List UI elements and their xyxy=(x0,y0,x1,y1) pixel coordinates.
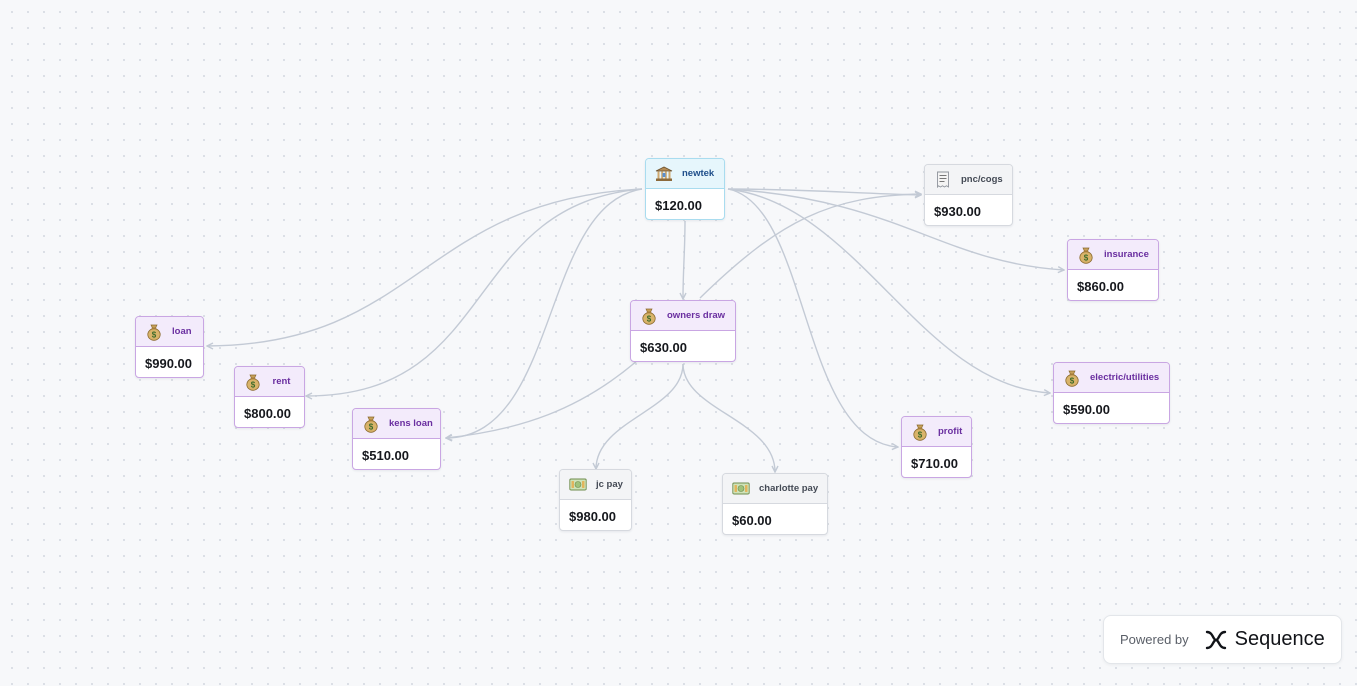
node-label: insurance xyxy=(1104,249,1149,260)
node-electric[interactable]: $ electric/utilities $590.00 xyxy=(1053,362,1170,424)
edge-owners-to-kens xyxy=(446,359,639,438)
node-label: loan xyxy=(172,326,192,337)
edge-newtek-to-profit xyxy=(727,188,898,447)
node-amount: $590.00 xyxy=(1063,402,1110,417)
node-amount: $990.00 xyxy=(145,356,192,371)
bank-icon xyxy=(655,165,673,183)
node-pnc[interactable]: pnc/cogs $930.00 xyxy=(924,164,1013,226)
svg-text:$: $ xyxy=(152,330,157,339)
node-header: $ loan xyxy=(136,317,203,347)
svg-text:$: $ xyxy=(369,422,374,431)
edge-newtek-to-kens xyxy=(446,188,643,438)
node-amount: $980.00 xyxy=(569,509,616,524)
node-header: $ owners draw xyxy=(631,301,735,331)
powered-by-badge[interactable]: Powered by Sequence xyxy=(1103,615,1342,664)
node-header: pnc/cogs xyxy=(925,165,1012,195)
node-owners[interactable]: $ owners draw $630.00 xyxy=(630,300,736,362)
sequence-logo-icon xyxy=(1205,630,1227,650)
edge-newtek-to-insurance xyxy=(727,188,1064,270)
node-label: newtek xyxy=(682,168,715,179)
money-bag-icon: $ xyxy=(362,415,380,433)
node-header: $ rent xyxy=(235,367,304,397)
node-amount: $60.00 xyxy=(732,513,772,528)
money-bag-icon: $ xyxy=(244,373,262,391)
node-header: newtek xyxy=(646,159,724,189)
svg-text:$: $ xyxy=(251,380,256,389)
node-loan[interactable]: $ loan $990.00 xyxy=(135,316,204,378)
money-bag-icon: $ xyxy=(640,307,658,325)
node-newtek[interactable]: newtek $120.00 xyxy=(645,158,725,220)
edge-owners-to-pnc xyxy=(699,194,921,299)
node-label: electric/utilities xyxy=(1090,372,1160,383)
node-header: charlotte pay xyxy=(723,474,827,504)
node-header: $ kens loan xyxy=(353,409,440,439)
money-bag-icon: $ xyxy=(145,323,163,341)
node-label: kens loan xyxy=(389,418,433,429)
edge-owners-to-charlotte xyxy=(682,363,775,472)
receipt-icon xyxy=(934,171,952,189)
flow-canvas[interactable]: newtek $120.00 pnc/cogs $930.00 $ insurance $8… xyxy=(0,0,1357,686)
svg-text:$: $ xyxy=(1084,253,1089,262)
node-jc[interactable]: jc pay $980.00 xyxy=(559,469,632,531)
sequence-brand-name: Sequence xyxy=(1234,628,1325,650)
node-header: jc pay xyxy=(560,470,631,500)
money-bag-icon: $ xyxy=(1063,369,1081,387)
node-amount: $930.00 xyxy=(934,204,981,219)
node-profit[interactable]: $ profit $710.00 xyxy=(901,416,972,478)
node-charlotte[interactable]: charlotte pay $60.00 xyxy=(722,473,828,535)
node-insurance[interactable]: $ insurance $860.00 xyxy=(1067,239,1159,301)
dollar-bill-icon xyxy=(732,480,750,498)
edge-newtek-to-rent xyxy=(306,188,643,396)
node-rent[interactable]: $ rent $800.00 xyxy=(234,366,305,428)
powered-by-label: Powered by xyxy=(1120,632,1189,647)
node-header: $ insurance xyxy=(1068,240,1158,270)
edge-newtek-to-owners xyxy=(683,220,685,299)
node-amount: $860.00 xyxy=(1077,279,1124,294)
edge-newtek-to-loan xyxy=(207,188,643,346)
node-amount: $710.00 xyxy=(911,456,958,471)
svg-text:$: $ xyxy=(918,430,923,439)
svg-text:$: $ xyxy=(647,314,652,323)
node-label: pnc/cogs xyxy=(961,174,1003,185)
node-label: owners draw xyxy=(667,310,726,321)
svg-text:$: $ xyxy=(1070,376,1075,385)
node-label: rent xyxy=(272,376,291,387)
edge-newtek-to-pnc xyxy=(727,188,921,195)
node-kens[interactable]: $ kens loan $510.00 xyxy=(352,408,441,470)
node-label: profit xyxy=(938,426,963,437)
money-bag-icon: $ xyxy=(911,423,929,441)
node-amount: $120.00 xyxy=(655,198,702,213)
node-amount: $800.00 xyxy=(244,406,291,421)
node-label: jc pay xyxy=(596,479,623,490)
edge-owners-to-jc xyxy=(596,363,684,469)
money-bag-icon: $ xyxy=(1077,246,1095,264)
dollar-bill-icon xyxy=(569,476,587,494)
node-header: $ electric/utilities xyxy=(1054,363,1169,393)
node-amount: $630.00 xyxy=(640,340,687,355)
node-label: charlotte pay xyxy=(759,483,819,494)
node-header: $ profit xyxy=(902,417,971,447)
node-amount: $510.00 xyxy=(362,448,409,463)
